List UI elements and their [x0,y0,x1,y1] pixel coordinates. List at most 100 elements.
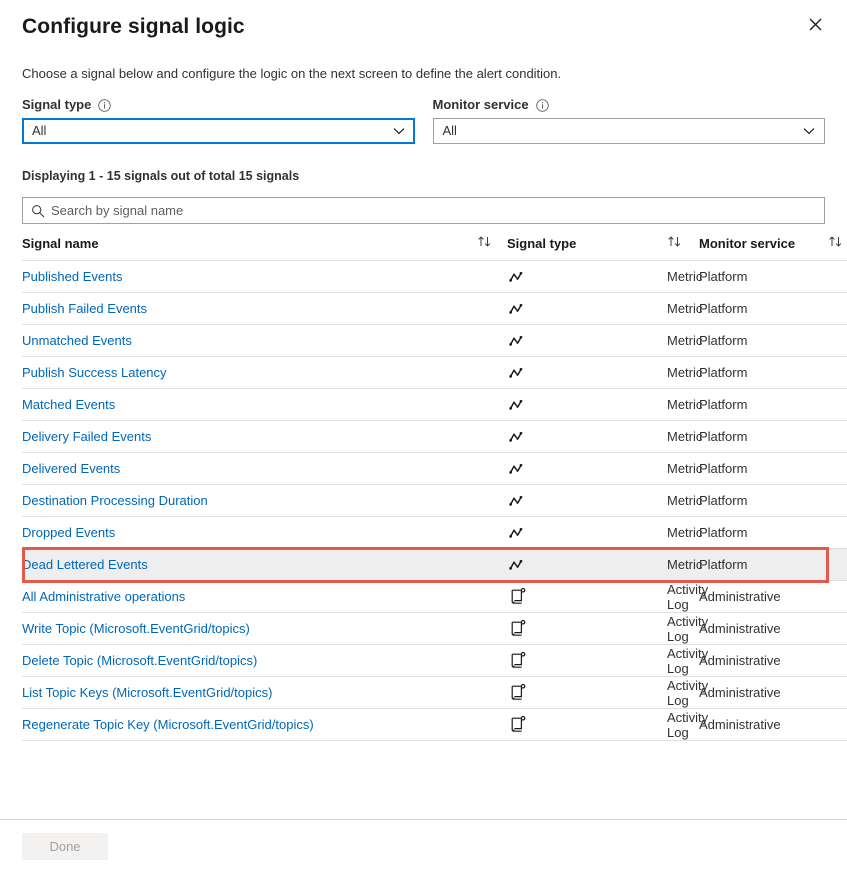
signal-type-label-row: Signal type [22,97,415,113]
signal-name-link[interactable]: All Administrative operations [22,589,185,604]
signal-name-link[interactable]: Dead Lettered Events [22,557,148,572]
panel-header: Configure signal logic [0,0,847,46]
table-row[interactable]: Published EventsMetricPlatform [22,261,847,293]
filter-row: Signal type All Monitor service [0,97,847,144]
monitor-service-label: Monitor service [433,97,529,113]
table-row[interactable]: Dead Lettered EventsMetricPlatform [22,549,847,581]
signal-name-link[interactable]: Unmatched Events [22,333,132,348]
table-row[interactable]: Matched Events MetricPlatform [22,389,847,421]
cell-signal-name: Publish Failed Events [22,293,477,325]
signal-name-link[interactable]: Write Topic (Microsoft.EventGrid/topics) [22,621,250,636]
metric-line-chart-icon [507,364,527,382]
metric-line-chart-icon [507,492,527,510]
signal-name-link[interactable]: Destination Processing Duration [22,493,208,508]
sort-ascending-descending-icon [667,235,684,248]
signal-name-link[interactable]: Publish Success Latency [22,365,167,380]
cell-signal-name: Delete Topic (Microsoft.EventGrid/topics… [22,645,477,677]
chevron-down-icon [803,125,815,137]
done-button[interactable]: Done [22,833,108,860]
signal-name-link[interactable]: List Topic Keys (Microsoft.EventGrid/top… [22,685,272,700]
sort-ascending-descending-icon [477,235,494,248]
cell-signal-name: List Topic Keys (Microsoft.EventGrid/top… [22,677,477,709]
search-icon [31,204,45,218]
table-row[interactable]: Delete Topic (Microsoft.EventGrid/topics… [22,645,847,677]
cell-monitor-service: Administrative [699,645,847,677]
table-row[interactable]: Delivery Failed EventsMetricPlatform [22,421,847,453]
cell-monitor-service: Platform [699,357,847,389]
sort-monitor-service[interactable] [828,224,847,261]
cell-signal-type-icon [507,613,667,645]
description-text: Choose a signal below and configure the … [0,65,847,83]
table-row[interactable]: Unmatched EventsMetricPlatform [22,325,847,357]
cell-signal-type: Activity Log [667,645,699,677]
search-input[interactable] [51,198,816,223]
cell-signal-type-icon [507,485,667,517]
cell-spacer [477,677,507,709]
table-row[interactable]: Publish Success LatencyMetricPlatform [22,357,847,389]
cell-spacer [477,485,507,517]
cell-monitor-service: Platform [699,485,847,517]
close-icon [809,18,822,31]
cell-signal-type: Metric [667,517,699,549]
signal-name-link[interactable]: Delivery Failed Events [22,429,151,444]
cell-signal-name: All Administrative operations [22,581,477,613]
table-row[interactable]: Regenerate Topic Key (Microsoft.EventGri… [22,709,847,741]
column-header-signal-type-label: Signal type [507,236,576,251]
table-header-row: Signal name Signal type [22,224,847,261]
cell-spacer [477,517,507,549]
signal-name-link[interactable]: Delete Topic (Microsoft.EventGrid/topics… [22,653,257,668]
info-icon[interactable] [536,99,549,112]
cell-signal-type-icon [507,421,667,453]
signal-name-link[interactable]: Published Events [22,269,122,284]
info-icon[interactable] [98,99,111,112]
cell-spacer [477,261,507,293]
cell-signal-name: Write Topic (Microsoft.EventGrid/topics) [22,613,477,645]
cell-spacer [477,389,507,421]
column-header-signal-type[interactable]: Signal type [507,224,667,261]
column-header-monitor-service[interactable]: Monitor service [699,224,828,261]
cell-signal-type: Metric [667,293,699,325]
sort-signal-type[interactable] [667,224,699,261]
table-row[interactable]: Delivered EventsMetricPlatform [22,453,847,485]
cell-spacer [477,325,507,357]
signal-name-link[interactable]: Dropped Events [22,525,115,540]
table-row[interactable]: All Administrative operations Activity Lo… [22,581,847,613]
cell-signal-type-icon [507,293,667,325]
signal-name-link[interactable]: Publish Failed Events [22,301,147,316]
activity-log-scroll-icon [507,652,527,670]
cell-monitor-service: Platform [699,389,847,421]
table-row[interactable]: Publish Failed EventsMetricPlatform [22,293,847,325]
activity-log-scroll-icon [507,684,527,702]
signal-name-link[interactable]: Matched Events [22,397,115,412]
monitor-service-value: All [443,123,804,139]
metric-line-chart-icon [507,268,527,286]
signal-name-link[interactable]: Delivered Events [22,461,120,476]
cell-signal-type: Activity Log [667,581,699,613]
signal-name-link[interactable]: Regenerate Topic Key (Microsoft.EventGri… [22,717,314,732]
cell-signal-type: Activity Log [667,613,699,645]
metric-line-chart-icon [507,428,527,446]
column-header-signal-name[interactable]: Signal name [22,224,477,261]
close-button[interactable] [801,10,829,38]
table-row[interactable]: Dropped EventsMetricPlatform [22,517,847,549]
activity-log-scroll-icon [507,588,527,606]
cell-signal-name: Regenerate Topic Key (Microsoft.EventGri… [22,709,477,741]
table-header: Signal name Signal type [22,224,847,261]
table-row[interactable]: List Topic Keys (Microsoft.EventGrid/top… [22,677,847,709]
search-box[interactable] [22,197,825,224]
column-header-signal-name-label: Signal name [22,236,99,251]
cell-signal-name: Matched Events [22,389,477,421]
table-row[interactable]: Write Topic (Microsoft.EventGrid/topics)… [22,613,847,645]
cell-monitor-service: Administrative [699,581,847,613]
monitor-service-select[interactable]: All [433,118,826,144]
signal-type-select[interactable]: All [22,118,415,144]
sort-signal-name[interactable] [477,224,507,261]
cell-signal-type-icon [507,549,667,581]
cell-signal-type-icon [507,357,667,389]
monitor-service-label-row: Monitor service [433,97,826,113]
monitor-service-filter: Monitor service All [433,97,826,144]
cell-spacer [477,357,507,389]
cell-signal-type: Metric [667,389,699,421]
cell-signal-type-icon [507,645,667,677]
table-row[interactable]: Destination Processing DurationMetricPla… [22,485,847,517]
